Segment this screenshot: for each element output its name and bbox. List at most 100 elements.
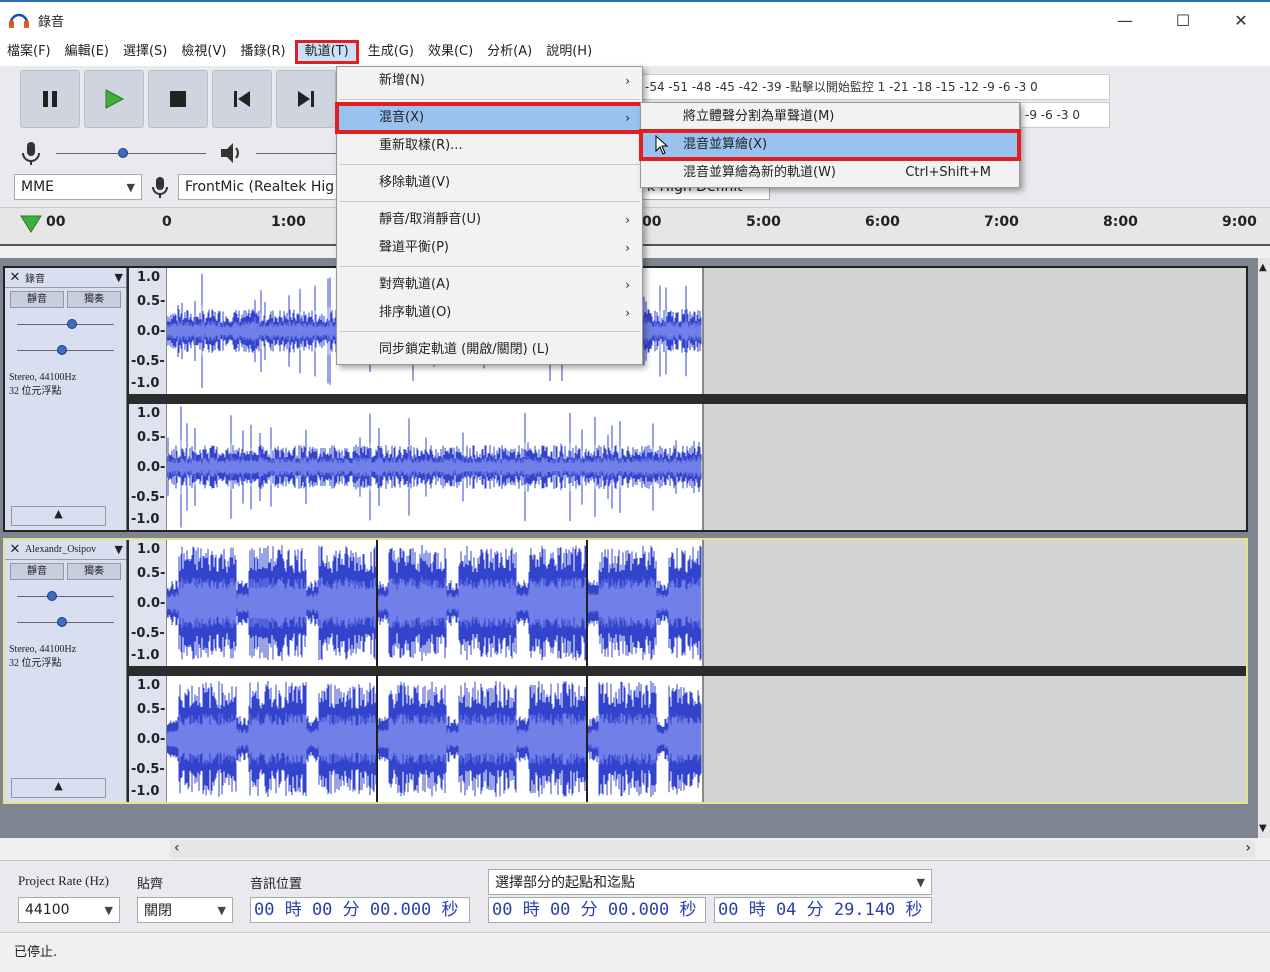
menu-item-new[interactable]: 新增(N) › — [337, 67, 642, 95]
maximize-button[interactable]: ☐ — [1154, 2, 1212, 38]
vertical-scale: 1.0 0.5- 0.0- -0.5- -1.0 — [129, 676, 167, 802]
menu-item-mute-unmute[interactable]: 靜音/取消靜音(U) › — [337, 206, 642, 234]
scale-label: 0.0- — [137, 324, 166, 339]
chevron-down-icon: ▼ — [916, 875, 925, 889]
menu-file[interactable]: 檔案(F) — [0, 40, 58, 64]
scale-label: 0.0- — [137, 732, 166, 747]
selection-mode-select[interactable]: 選擇部分的起點和迄點 ▼ — [488, 869, 932, 895]
menu-generate[interactable]: 生成(G) — [361, 40, 421, 64]
menu-item-split-stereo-to-mono[interactable]: 將立體聲分割為單聲道(M) — [641, 103, 1019, 131]
track-channel-left[interactable]: 1.0 0.5- 0.0- -0.5- -1.0 — [129, 268, 1246, 394]
scale-label: 1.0 — [137, 678, 161, 693]
snap-select[interactable]: 關閉 ▼ — [137, 897, 233, 923]
track-name-bar[interactable]: ✕ Alexandr_Osipov ▼ — [5, 540, 126, 560]
empty-track-area[interactable] — [702, 676, 1246, 802]
selection-end-field[interactable]: 00 時 04 分 29.140 秒 — [714, 897, 932, 923]
menu-item-align-tracks[interactable]: 對齊軌道(A) › — [337, 271, 642, 299]
scroll-right-icon[interactable]: › — [1245, 840, 1251, 856]
gain-slider[interactable] — [17, 311, 114, 337]
playback-volume-slider[interactable] — [256, 140, 336, 166]
stop-button[interactable] — [148, 70, 208, 128]
track-channel-right[interactable]: 1.0 0.5- 0.0- -0.5- -1.0 — [129, 676, 1246, 802]
menu-item-mix[interactable]: 混音(X) › — [335, 102, 644, 134]
menu-transport[interactable]: 播錄(R) — [233, 40, 292, 64]
record-volume-slider[interactable] — [56, 140, 206, 166]
scroll-up-icon[interactable]: ▲ — [1259, 262, 1267, 273]
empty-track-area[interactable] — [702, 268, 1246, 394]
audio-track[interactable]: ✕ Alexandr_Osipov ▼ 靜音 獨奏 Stereo, 44100H… — [3, 538, 1248, 804]
recording-device-value: FrontMic (Realtek Hig — [185, 179, 335, 195]
menu-tracks[interactable]: 軌道(T) — [294, 40, 359, 64]
audio-position-field[interactable]: 00 時 00 分 00.000 秒 — [250, 897, 470, 923]
menu-shortcut: Ctrl+Shift+M — [905, 165, 991, 180]
mute-button[interactable]: 靜音 — [10, 291, 64, 308]
menu-select[interactable]: 選擇(S) — [116, 40, 174, 64]
waveform-graphic — [167, 540, 702, 666]
play-button[interactable] — [84, 70, 144, 128]
pause-button[interactable] — [20, 70, 80, 128]
vertical-scrollbar[interactable]: ▲ ▼ — [1258, 258, 1270, 838]
mute-button[interactable]: 靜音 — [10, 563, 64, 580]
scale-label: -0.5- — [131, 490, 165, 505]
title-bar: 錄音 — ☐ ✕ — [0, 0, 1270, 38]
recording-device-select[interactable]: FrontMic (Realtek Hig — [178, 174, 338, 200]
selection-start-field[interactable]: 00 時 00 分 00.000 秒 — [488, 897, 706, 923]
waveform-graphic — [167, 406, 702, 528]
menu-item-sync-lock[interactable]: 同步鎖定軌道 (開啟/關閉) (L) — [337, 336, 642, 364]
scale-label: 1.0 — [137, 406, 161, 421]
menu-item-remove-tracks[interactable]: 移除軌道(V) — [337, 169, 642, 197]
waveform-rms — [167, 712, 702, 766]
track-channel-right[interactable]: 1.0 0.5- 0.0- -0.5- -1.0 — [129, 404, 1246, 530]
menu-item-mix-and-render-new-track[interactable]: 混音並算繪為新的軌道(W) Ctrl+Shift+M — [641, 159, 1019, 187]
project-rate-value: 44100 — [25, 902, 70, 918]
pan-slider[interactable] — [17, 337, 114, 363]
chevron-down-icon[interactable]: ▼ — [115, 543, 126, 556]
menu-analyze[interactable]: 分析(A) — [480, 40, 539, 64]
scale-label: 0.0- — [137, 596, 166, 611]
waveform[interactable] — [167, 404, 702, 530]
audio-host-select[interactable]: MME ▼ — [14, 174, 142, 200]
menu-item-pan[interactable]: 聲道平衡(P) › — [337, 234, 642, 262]
menu-view[interactable]: 檢視(V) — [174, 40, 233, 64]
scroll-down-icon[interactable]: ▼ — [1259, 823, 1267, 834]
waveform[interactable] — [167, 676, 702, 802]
empty-track-area[interactable] — [702, 540, 1246, 666]
mixer-row — [8, 138, 348, 168]
close-button[interactable]: ✕ — [1212, 2, 1270, 38]
track-name[interactable]: Alexandr_Osipov — [25, 544, 115, 555]
menu-help[interactable]: 說明(H) — [539, 40, 599, 64]
playback-meter[interactable]: -9 -6 -3 0 — [1020, 102, 1110, 128]
menu-effect[interactable]: 效果(C) — [421, 40, 480, 64]
horizontal-scrollbar[interactable]: ‹ › — [170, 840, 1255, 858]
solo-button[interactable]: 獨奏 — [67, 291, 121, 308]
menu-item-sort-tracks[interactable]: 排序軌道(O) › — [337, 299, 642, 327]
skip-to-end-button[interactable] — [276, 70, 336, 128]
tracks-menu: 新增(N) › 混音(X) › 重新取樣(R)... 移除軌道(V) 靜音/取消靜音… — [335, 66, 644, 365]
gain-slider[interactable] — [17, 583, 114, 609]
pan-slider[interactable] — [17, 609, 114, 635]
collapse-button[interactable]: ▲ — [11, 506, 106, 526]
vertical-scale: 1.0 0.5- 0.0- -0.5- -1.0 — [129, 540, 167, 666]
track-channel-left[interactable]: 1.0 0.5- 0.0- -0.5- -1.0 — [129, 540, 1246, 666]
menu-item-mix-and-render[interactable]: 混音並算繪(X) — [639, 129, 1021, 161]
record-meter[interactable]: -54 -51 -48 -45 -42 -39 -點擊以開始監控 1 -21 -… — [640, 74, 1110, 100]
project-rate-select[interactable]: 44100 ▼ — [18, 897, 120, 923]
minimize-button[interactable]: — — [1096, 2, 1154, 38]
solo-button[interactable]: 獨奏 — [67, 563, 121, 580]
scroll-left-icon[interactable]: ‹ — [174, 840, 180, 856]
project-rate-label: Project Rate (Hz) — [18, 873, 109, 888]
close-icon[interactable]: ✕ — [5, 542, 25, 557]
menu-item-resample[interactable]: 重新取樣(R)... — [337, 132, 642, 160]
status-bar: 已停止. — [0, 932, 1270, 972]
ruler-label: 7:00 — [984, 214, 1019, 230]
track-name-bar[interactable]: ✕ 錄音 ▼ — [5, 268, 126, 288]
pause-icon — [43, 91, 57, 107]
empty-track-area[interactable] — [702, 404, 1246, 530]
chevron-down-icon[interactable]: ▼ — [115, 271, 126, 284]
close-icon[interactable]: ✕ — [5, 270, 25, 285]
waveform[interactable] — [167, 540, 702, 666]
track-name[interactable]: 錄音 — [25, 270, 115, 285]
collapse-button[interactable]: ▲ — [11, 778, 106, 798]
skip-to-start-button[interactable] — [212, 70, 272, 128]
menu-edit[interactable]: 編輯(E) — [58, 40, 116, 64]
